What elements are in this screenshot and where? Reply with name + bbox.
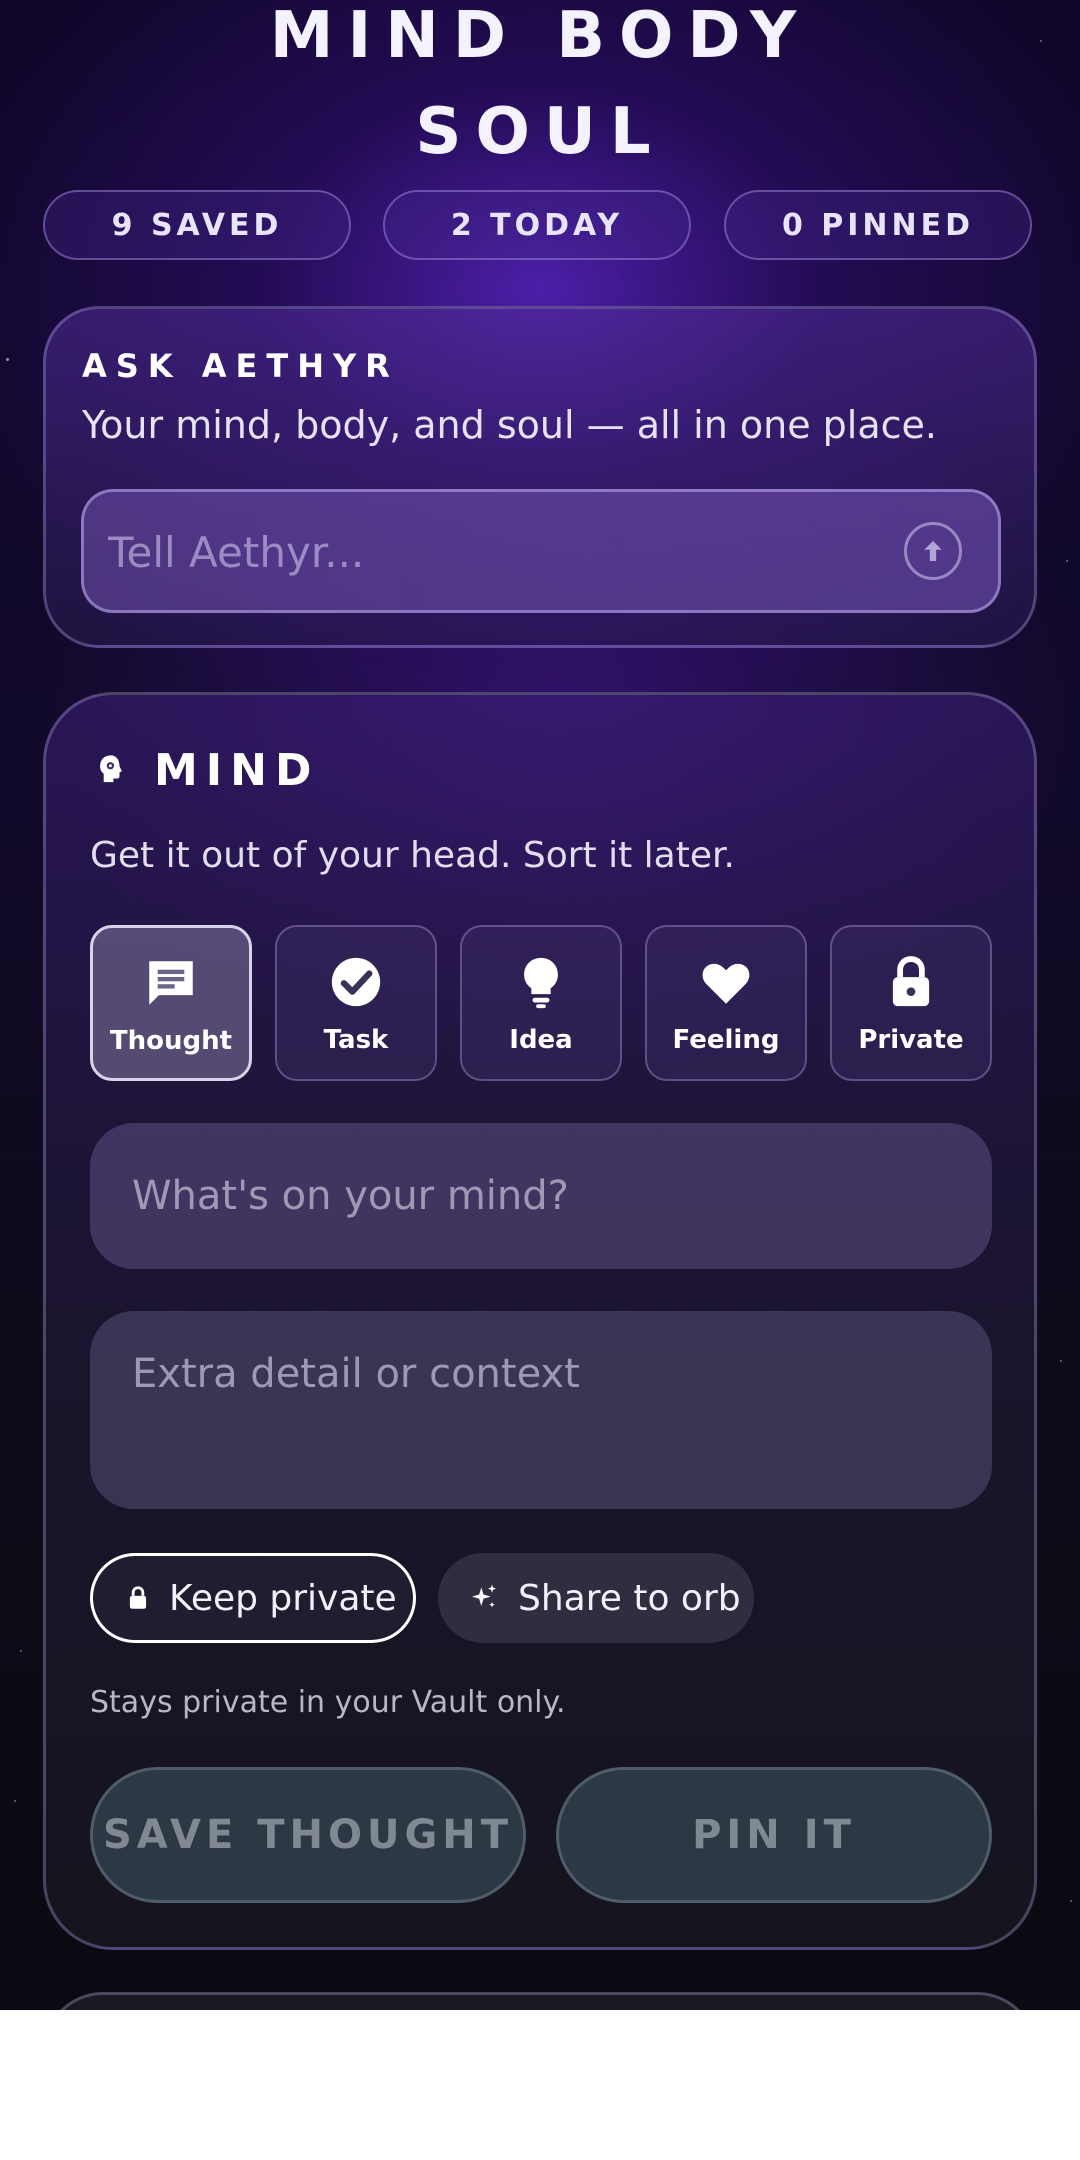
star-decoration bbox=[1066, 560, 1068, 562]
pin-it-button[interactable]: PIN IT bbox=[556, 1767, 992, 1903]
type-feeling-button[interactable]: Feeling bbox=[645, 925, 807, 1081]
lightbulb-icon bbox=[524, 957, 558, 1009]
type-idea-label: Idea bbox=[509, 1025, 573, 1055]
type-feeling-label: Feeling bbox=[672, 1025, 780, 1055]
star-decoration bbox=[1070, 1900, 1072, 1902]
type-private-button[interactable]: Private bbox=[830, 925, 992, 1081]
share-to-orb-label: Share to orb bbox=[518, 1577, 741, 1619]
mind-section-title: MIND bbox=[154, 745, 320, 796]
arrow-up-circle-icon[interactable] bbox=[904, 522, 962, 580]
star-decoration bbox=[6, 358, 9, 361]
type-idea-button[interactable]: Idea bbox=[460, 925, 622, 1081]
ask-aethyr-heading: ASK AETHYR bbox=[82, 347, 399, 385]
type-thought-label: Thought bbox=[109, 1026, 233, 1056]
lock-icon bbox=[129, 1586, 147, 1609]
ask-input-container bbox=[81, 489, 1001, 613]
ask-aethyr-card: ASK AETHYR Your mind, body, and soul — a… bbox=[43, 306, 1037, 648]
mind-section-subtitle: Get it out of your head. Sort it later. bbox=[90, 835, 735, 876]
pinned-count-chip[interactable]: 0 PINNED bbox=[724, 190, 1032, 260]
share-to-orb-toggle[interactable]: Share to orb bbox=[438, 1553, 754, 1643]
star-decoration bbox=[20, 1650, 22, 1652]
next-section-card bbox=[43, 1992, 1037, 2010]
ask-aethyr-input[interactable] bbox=[106, 514, 890, 590]
saved-count-chip[interactable]: 9 SAVED bbox=[43, 190, 351, 260]
app-screen: MIND BODY SOUL 9 SAVED 2 TODAY 0 PINNED … bbox=[0, 0, 1080, 2010]
brand-title-line2: SOUL bbox=[415, 95, 665, 169]
chat-bubble-icon bbox=[149, 961, 193, 1005]
mind-card: MIND Get it out of your head. Sort it la… bbox=[43, 692, 1037, 1950]
star-decoration bbox=[14, 1800, 16, 1802]
heart-icon bbox=[702, 963, 750, 1004]
today-count-chip[interactable]: 2 TODAY bbox=[383, 190, 691, 260]
ask-aethyr-tagline: Your mind, body, and soul — all in one p… bbox=[82, 403, 937, 447]
keep-private-label: Keep private bbox=[169, 1577, 397, 1619]
star-decoration bbox=[1060, 1360, 1062, 1362]
keep-private-toggle[interactable]: Keep private bbox=[90, 1553, 416, 1643]
type-task-button[interactable]: Task bbox=[275, 925, 437, 1081]
type-thought-button[interactable]: Thought bbox=[90, 925, 252, 1081]
sparkle-icon bbox=[472, 1584, 496, 1608]
head-gear-icon bbox=[100, 755, 122, 783]
lock-icon bbox=[892, 956, 930, 1007]
type-private-label: Private bbox=[858, 1025, 964, 1055]
brand-title-line1: MIND BODY bbox=[269, 0, 811, 73]
check-circle-icon bbox=[331, 957, 381, 1007]
privacy-note: Stays private in your Vault only. bbox=[90, 1685, 566, 1720]
mind-detail-textarea[interactable] bbox=[90, 1311, 992, 1509]
type-task-label: Task bbox=[323, 1025, 389, 1055]
mind-entry-input[interactable] bbox=[90, 1123, 992, 1269]
save-thought-button[interactable]: SAVE THOUGHT bbox=[90, 1767, 526, 1903]
